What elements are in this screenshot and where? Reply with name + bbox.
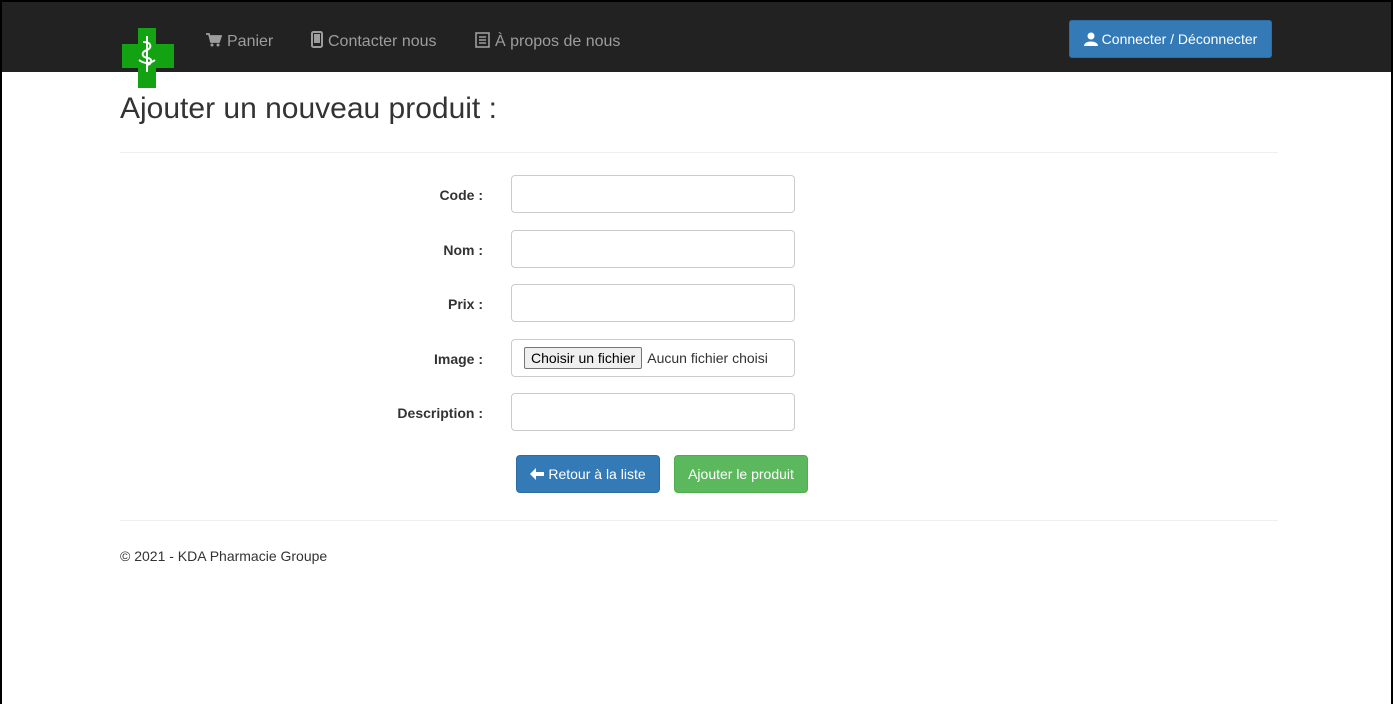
nav-panier-label: Panier: [227, 33, 274, 50]
arrow-left-icon: [530, 468, 545, 480]
list-icon: [475, 31, 490, 53]
image-file-input[interactable]: Choisir un fichier Aucun fichier choisi: [511, 339, 795, 377]
connect-button[interactable]: Connecter / Déconnecter: [1069, 20, 1272, 58]
cart-icon: [206, 32, 223, 52]
code-input[interactable]: [511, 175, 795, 213]
nav-about-label: À propos de nous: [495, 33, 621, 50]
nom-input[interactable]: [511, 230, 795, 268]
image-label: Image :: [433, 351, 483, 367]
nav-contact-label: Contacter nous: [328, 33, 437, 50]
nav-contact[interactable]: Contacter nous: [311, 30, 437, 54]
user-icon: [1083, 32, 1098, 46]
nom-label: Nom :: [443, 242, 483, 258]
code-label: Code :: [439, 187, 483, 203]
prix-input[interactable]: [511, 284, 795, 322]
footer-divider: [120, 520, 1278, 521]
page-title: Ajouter un nouveau produit :: [120, 92, 497, 125]
connect-label: Connecter / Déconnecter: [1101, 31, 1258, 47]
back-label: Retour à la liste: [548, 466, 646, 482]
file-status: Aucun fichier choisi: [647, 350, 768, 366]
pharmacy-cross-icon[interactable]: [122, 28, 174, 88]
divider: [120, 152, 1278, 153]
add-product-button[interactable]: Ajouter le produit: [674, 455, 808, 493]
back-to-list-button[interactable]: Retour à la liste: [516, 455, 660, 493]
nav-about[interactable]: À propos de nous: [475, 30, 620, 54]
description-label: Description :: [397, 405, 483, 421]
add-label: Ajouter le produit: [688, 466, 794, 482]
prix-label: Prix :: [447, 296, 483, 312]
nav-panier[interactable]: Panier: [206, 30, 273, 54]
footer-text: © 2021 - KDA Pharmacie Groupe: [120, 548, 328, 564]
description-input[interactable]: [511, 393, 795, 431]
phone-icon: [311, 31, 323, 53]
choose-file-button[interactable]: Choisir un fichier: [524, 347, 643, 369]
